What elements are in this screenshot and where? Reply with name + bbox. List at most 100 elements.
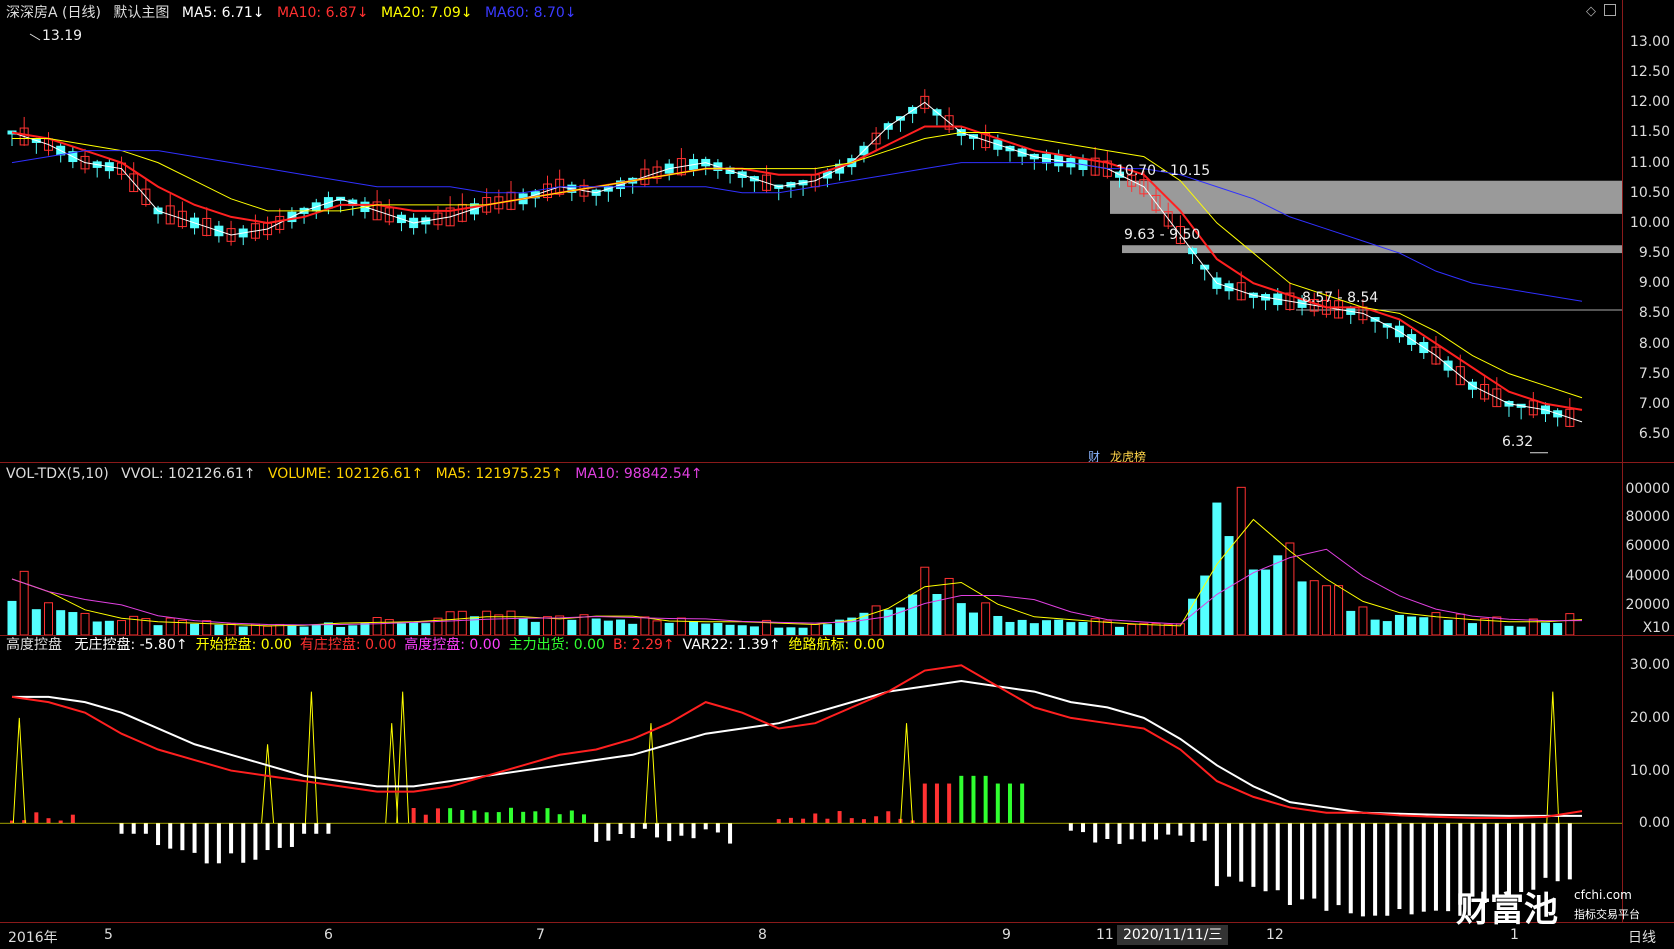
axis-divider: [1622, 0, 1623, 922]
y-tick-label: 9.00: [1638, 275, 1670, 292]
volume-bar: [676, 617, 686, 635]
positive-bar: [813, 813, 818, 824]
x-tick-label: 11: [1096, 927, 1114, 943]
volume-bar: [689, 621, 699, 635]
negative-bar: [1239, 823, 1244, 882]
negative-bar: [1093, 823, 1098, 843]
positive-bar: [1020, 783, 1025, 824]
volume-bar: [1005, 621, 1015, 635]
positive-bar: [533, 811, 538, 824]
negative-bar: [265, 823, 270, 851]
y-tick-label: 10.50: [1629, 184, 1670, 201]
negative-bar: [703, 823, 708, 830]
volume-bar: [1334, 585, 1344, 635]
positive-bar: [411, 808, 416, 824]
negative-bar: [1068, 823, 1073, 831]
zone1-label: 10.70 - 10.15: [1116, 163, 1211, 179]
x-tick-label: 12: [1266, 927, 1284, 943]
resistance-zone-1: [1110, 180, 1622, 214]
var22-line: [12, 680, 1583, 817]
indicator-chart[interactable]: [0, 656, 1622, 922]
negative-bar: [1141, 823, 1146, 842]
positive-bar: [776, 819, 781, 824]
diamond-icon[interactable]: ◇: [1586, 4, 1596, 19]
price-chart[interactable]: [0, 22, 1622, 462]
volume-bar: [1297, 581, 1307, 635]
volume-bar: [652, 620, 662, 635]
negative-bar: [241, 823, 246, 863]
negative-bar: [691, 823, 696, 839]
y-tick-label: 20.00: [1629, 709, 1670, 726]
maximize-icon[interactable]: [1604, 4, 1616, 16]
main-legend: 深深房A (日线) 默认主图 MA5: 6.71↓ MA10: 6.87↓ MA…: [6, 2, 585, 24]
brand-logo: 财富池: [1456, 890, 1558, 930]
template-name[interactable]: 默认主图: [113, 5, 169, 21]
negative-bar: [253, 823, 258, 860]
x-tick-label: 8: [758, 927, 767, 943]
volume-bar: [1394, 614, 1404, 635]
positive-bar: [849, 818, 854, 824]
volume-bar: [871, 605, 881, 635]
crosshair-date: 2020/11/11/三: [1117, 925, 1229, 945]
negative-bar: [1421, 823, 1426, 912]
volume-bar: [567, 619, 577, 635]
volume-bar: [944, 577, 954, 635]
volume-bar: [1455, 613, 1465, 635]
volume-bar: [543, 616, 553, 635]
spike-marker: [304, 691, 318, 824]
indicator-legend: 高度控盘 无庄控盘: -5.80↑ 开始控盘: 0.00 有庄控盘: 0.00 高度控…: [6, 634, 893, 656]
volume-bar: [56, 610, 66, 635]
negative-bar: [1081, 823, 1086, 833]
volume-bar: [1407, 616, 1417, 635]
negative-bar: [1360, 823, 1365, 917]
negative-bar: [715, 823, 720, 833]
volume-bar: [117, 620, 127, 635]
negative-bar: [1287, 823, 1292, 906]
indicator-y-axis: 30.00 20.00 10.00 0.00: [1622, 656, 1674, 922]
stock-name[interactable]: 深深房A (日线): [6, 5, 101, 21]
negative-bar: [594, 823, 599, 842]
ma60-value: MA60: 8.70↓: [484, 5, 577, 21]
positive-bar: [874, 816, 879, 824]
volume-title[interactable]: VOL-TDX(5,10): [6, 466, 109, 482]
volume-bar: [1309, 580, 1319, 635]
volume-bar: [920, 566, 930, 635]
negative-bar: [1117, 823, 1122, 844]
indicator-title[interactable]: 高度控盘: [6, 637, 62, 653]
volume-bar: [981, 602, 991, 635]
low-label: 6.32: [1502, 434, 1534, 450]
volume-bar: [1261, 569, 1271, 635]
positive-bar: [788, 817, 793, 824]
negative-bar: [168, 823, 173, 849]
negative-bar: [204, 823, 209, 864]
spike-marker: [12, 717, 26, 824]
indicator-item-7: 绝路航标: 0.00: [788, 637, 885, 653]
indicator-item-6: VAR22: 1.39↑: [682, 637, 781, 653]
negative-bar: [131, 823, 136, 834]
negative-bar: [1555, 823, 1560, 882]
negative-bar: [1251, 823, 1256, 887]
negative-bar: [192, 823, 197, 853]
negative-bar: [1214, 823, 1219, 887]
volume-bar: [445, 611, 455, 635]
positive-bar: [521, 811, 526, 824]
y-tick-label: 11.50: [1629, 124, 1670, 141]
volume-bar: [956, 603, 966, 635]
volume-bar: [1321, 585, 1331, 635]
negative-bar: [1202, 823, 1207, 841]
volume-bar: [494, 614, 504, 635]
volume-value: VOLUME: 102126.61↑: [267, 466, 424, 482]
volume-chart[interactable]: [0, 485, 1622, 635]
volume-bar: [68, 612, 78, 635]
negative-bar: [1397, 823, 1402, 910]
period-label[interactable]: 日线: [1628, 927, 1656, 947]
negative-bar: [216, 823, 221, 864]
volume-bar: [640, 616, 650, 635]
y-tick-label: 10.00: [1629, 214, 1670, 231]
negative-bar: [728, 823, 733, 844]
positive-bar: [1007, 783, 1012, 824]
volume-bar: [7, 600, 17, 635]
volume-bar: [19, 570, 29, 635]
positive-bar: [995, 783, 1000, 824]
volume-bar: [1054, 619, 1064, 635]
